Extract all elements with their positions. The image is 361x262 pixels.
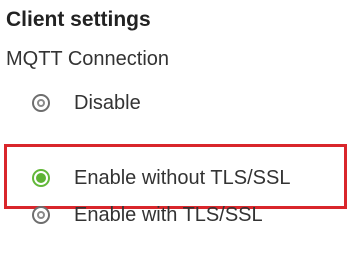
radio-option-enable-without-tls[interactable]: Enable without TLS/SSL bbox=[32, 163, 290, 193]
radio-option-enable-with-tls[interactable]: Enable with TLS/SSL bbox=[32, 200, 263, 230]
section-title: Client settings bbox=[6, 8, 151, 31]
radio-option-disable[interactable]: Disable bbox=[32, 88, 141, 118]
radio-unselected-icon[interactable] bbox=[32, 94, 50, 112]
radio-selected-icon[interactable] bbox=[32, 169, 50, 187]
client-settings-panel: Client settings MQTT Connection Disable … bbox=[0, 0, 361, 262]
radio-option-label: Disable bbox=[74, 92, 141, 114]
radio-option-label: Enable without TLS/SSL bbox=[74, 167, 291, 189]
radio-unselected-icon[interactable] bbox=[32, 206, 50, 224]
radio-option-label: Enable with TLS/SSL bbox=[74, 204, 263, 226]
mqtt-connection-label: MQTT Connection bbox=[6, 48, 170, 70]
